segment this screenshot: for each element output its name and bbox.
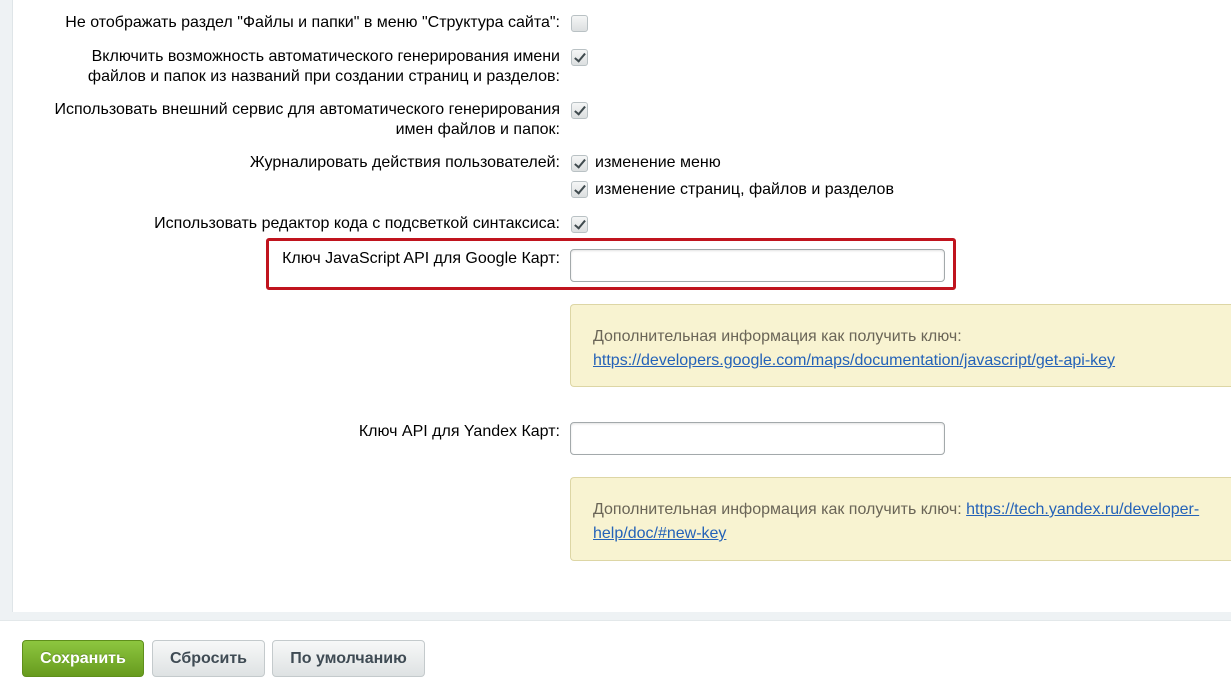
external-service-label-line2: имен файлов и папок: — [395, 121, 560, 138]
google-key-info-note: Дополнительная информация как получить к… — [570, 304, 1231, 387]
auto-generate-names-label-line2: файлов и папок из названий при создании … — [87, 68, 560, 85]
yandex-api-key-link-part2[interactable]: help/doc/#new-key — [593, 525, 726, 542]
google-maps-key-input[interactable] — [570, 249, 945, 282]
auto-generate-names-label-line1: Включить возможность автоматического ген… — [91, 48, 560, 65]
google-api-key-link[interactable]: https://developers.google.com/maps/docum… — [593, 352, 1115, 369]
form-footer: Сохранить Сбросить По умолчанию — [0, 620, 1231, 691]
log-user-actions-label: Журналировать действия пользователей: — [249, 154, 560, 171]
external-service-label: Использовать внешний сервис для автомати… — [54, 100, 560, 140]
external-service-label-line1: Использовать внешний сервис для автомати… — [54, 101, 560, 118]
yandex-key-info-note: Дополнительная информация как получить к… — [570, 477, 1231, 561]
hide-files-section-label: Не отображать раздел "Файлы и папки" в м… — [65, 14, 560, 31]
yandex-maps-key-input[interactable] — [570, 422, 945, 455]
external-service-checkbox[interactable] — [571, 102, 588, 119]
yandex-note-text: Дополнительная информация как получить к… — [593, 501, 962, 518]
save-button[interactable]: Сохранить — [22, 640, 144, 677]
code-editor-label: Использовать редактор кода с подсветкой … — [154, 215, 560, 232]
default-button[interactable]: По умолчанию — [272, 640, 425, 677]
yandex-maps-key-label: Ключ API для Yandex Карт: — [358, 423, 560, 440]
google-maps-key-label: Ключ JavaScript API для Google Карт: — [282, 250, 560, 267]
auto-generate-names-checkbox[interactable] — [571, 49, 588, 66]
log-menu-changes-checkbox[interactable] — [571, 155, 588, 172]
code-editor-checkbox[interactable] — [571, 216, 588, 233]
yandex-note-line1: Дополнительная информация как получить к… — [593, 498, 1209, 522]
log-page-changes-checkbox[interactable] — [571, 181, 588, 198]
reset-button[interactable]: Сбросить — [152, 640, 265, 677]
log-page-changes-label[interactable]: изменение страниц, файлов и разделов — [595, 180, 894, 200]
auto-generate-names-label: Включить возможность автоматического ген… — [88, 47, 560, 87]
yandex-api-key-link-part1[interactable]: https://tech.yandex.ru/developer- — [966, 501, 1199, 518]
hide-files-section-checkbox[interactable] — [571, 15, 588, 32]
log-menu-changes-label[interactable]: изменение меню — [595, 153, 721, 173]
google-note-text: Дополнительная информация как получить к… — [593, 328, 962, 345]
